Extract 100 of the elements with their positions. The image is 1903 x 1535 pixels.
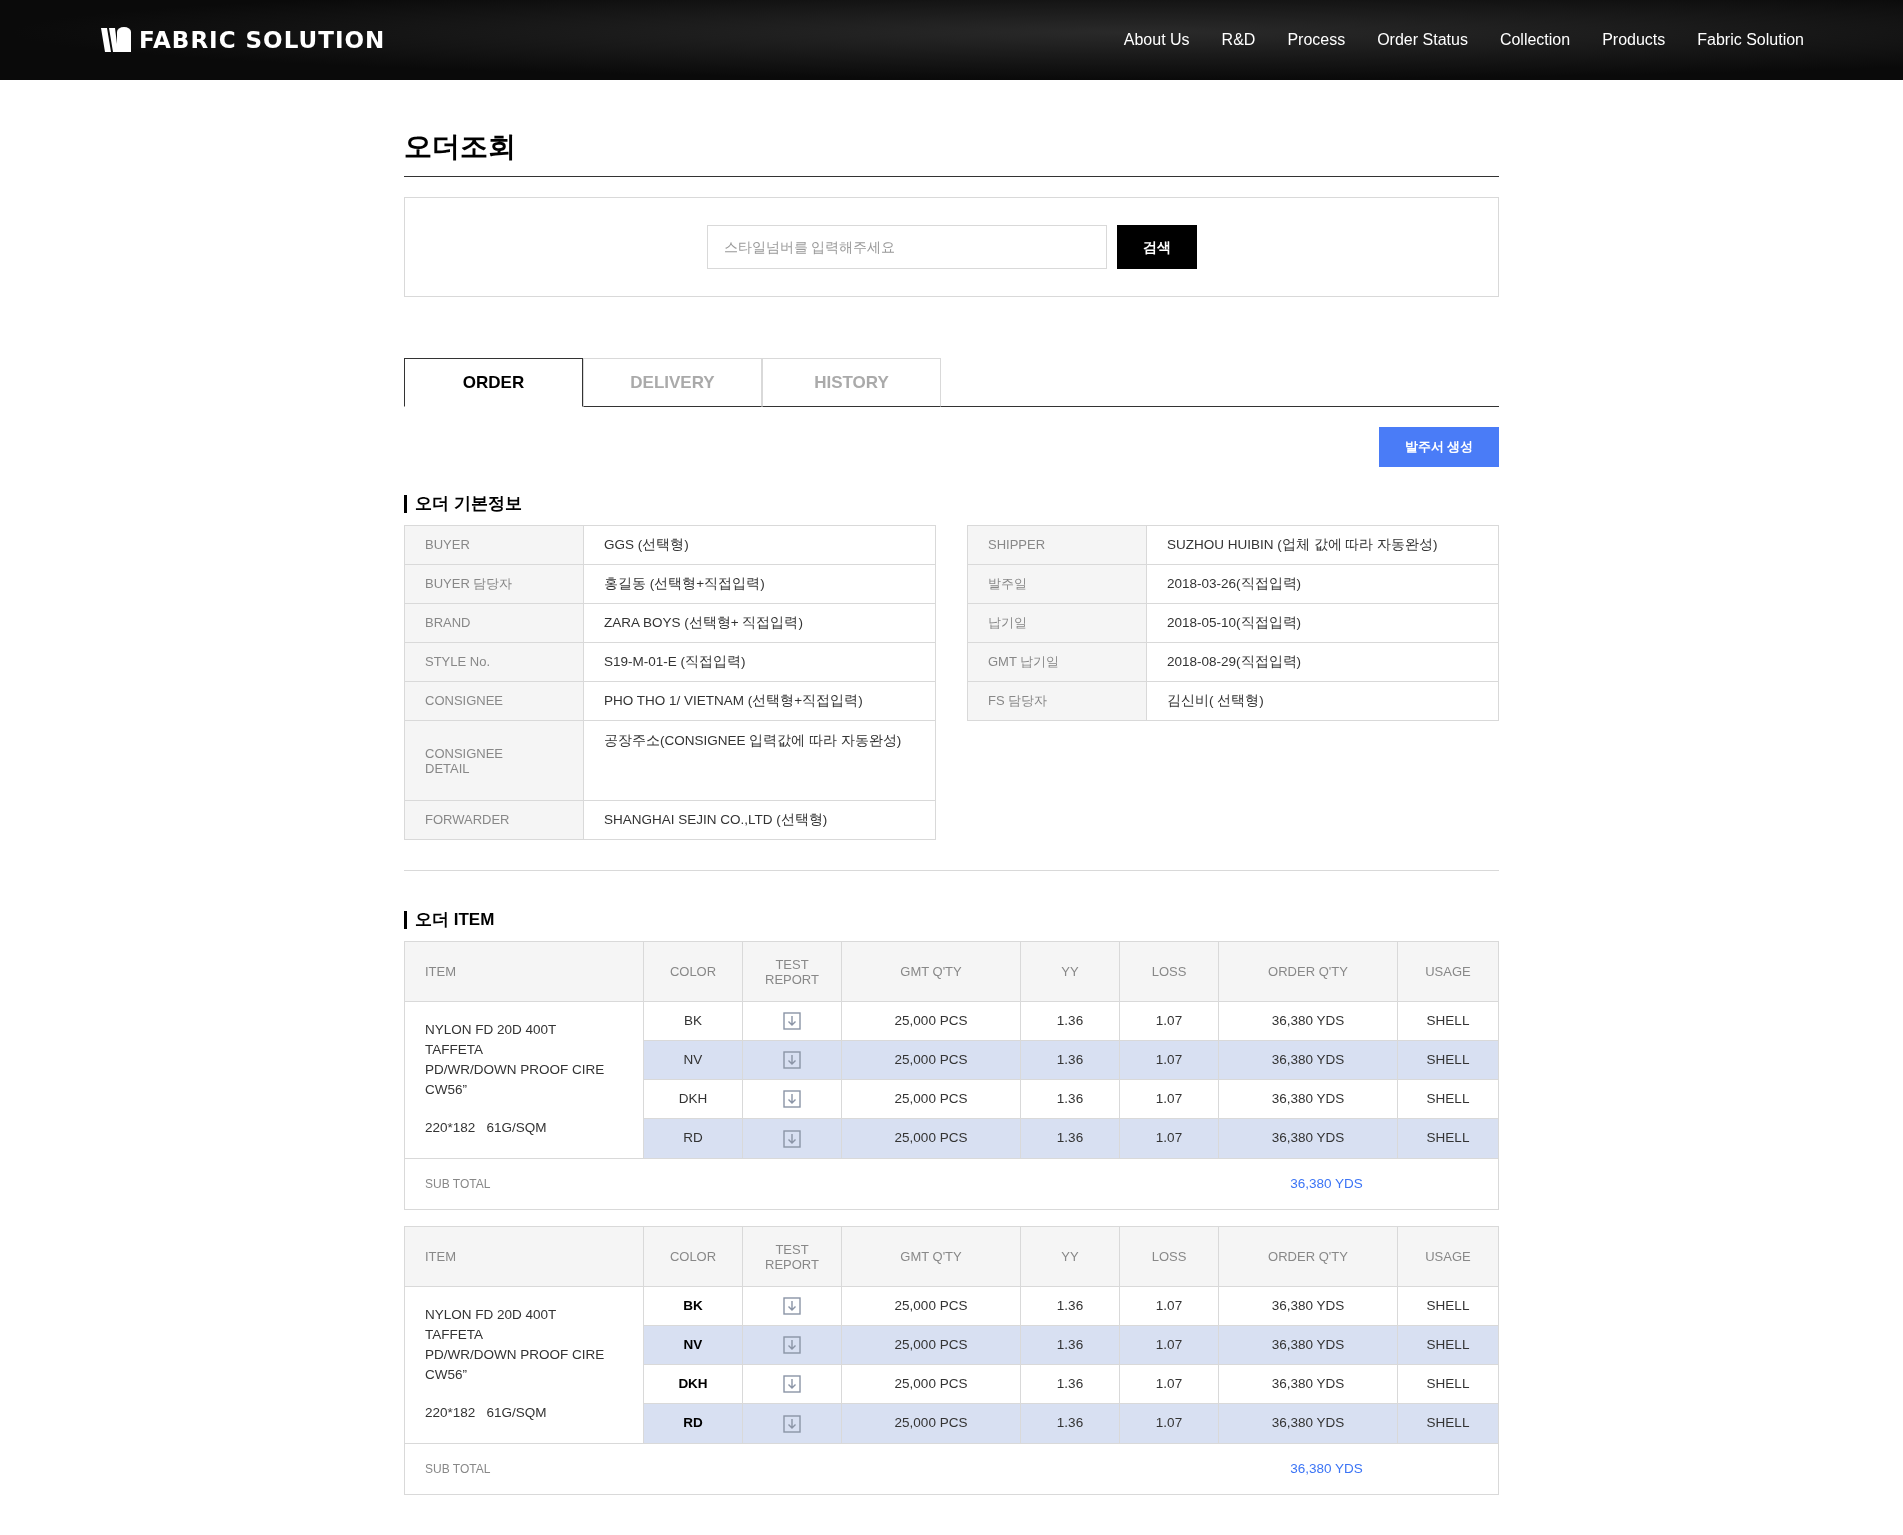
column-header: YY <box>1061 962 1079 981</box>
info-value: S19-M-01-E (직접입력) <box>604 652 746 671</box>
search-field[interactable]: 스타일넘버를 입력해주세요 <box>706 225 1107 269</box>
info-value: 2018-05-10(직접입력) <box>1167 613 1302 632</box>
table-cell-text: 1.07 <box>1155 1129 1183 1148</box>
create-order-button[interactable]: 발주서 생성 <box>1379 427 1499 467</box>
table-cell-text: SHELL <box>1426 1414 1470 1433</box>
column-header: ORDER Q'TY <box>1268 1247 1348 1266</box>
info-value: PHO THO 1/ VIETNAM (선택형+직접입력) <box>604 691 863 710</box>
table-cell-text: 25,000 PCS <box>894 1335 968 1354</box>
info-label: 납기일 <box>988 614 1027 633</box>
table-cell-text: 36,380 YDS <box>1271 1374 1345 1393</box>
nav-link[interactable]: Order Status <box>1377 28 1468 52</box>
download-icon[interactable] <box>783 1297 801 1315</box>
color-cell-text: BK <box>683 1296 703 1315</box>
table-cell-text: 25,000 PCS <box>894 1050 968 1069</box>
color-cell-text: RD <box>683 1129 703 1148</box>
download-icon[interactable] <box>783 1090 801 1108</box>
table-cell-text: 1.07 <box>1155 1374 1183 1393</box>
logo-text[interactable]: FABRIC SOLUTION <box>139 22 386 58</box>
column-header: LOSS <box>1151 1247 1187 1266</box>
table-cell-text: 1.36 <box>1056 1335 1084 1354</box>
section-title: 오더 ITEM <box>404 911 1499 929</box>
table-cell-text: 1.07 <box>1155 1335 1183 1354</box>
item-description: NYLON FD 20D 400T TAFFETA PD/WR/DOWN PROOF CIRE CW56” <box>425 1021 606 1099</box>
column-header: COLOR <box>669 962 717 981</box>
column-header: GMT Q'TY <box>900 962 962 981</box>
info-label: GMT 납기일 <box>988 653 1060 672</box>
info-value: 김신비( 선택형) <box>1167 691 1264 710</box>
column-header: TEST REPORT <box>764 1241 820 1272</box>
info-label: BUYER <box>425 536 470 555</box>
table-cell-text: 25,000 PCS <box>894 1414 968 1433</box>
table-cell-text: SHELL <box>1426 1050 1470 1069</box>
table-cell-text: 1.07 <box>1155 1089 1183 1108</box>
table-cell-text: 1.36 <box>1056 1129 1084 1148</box>
info-value: ZARA BOYS (선택형+ 직접입력) <box>604 613 803 632</box>
color-cell-text: NV <box>683 1335 703 1354</box>
info-label: CONSIGNEE DETAIL <box>425 745 504 776</box>
table-cell-text: 1.36 <box>1056 1089 1084 1108</box>
info-value: GGS (선택형) <box>604 535 689 554</box>
item-description: NYLON FD 20D 400T TAFFETA PD/WR/DOWN PROOF CIRE CW56” <box>425 1306 606 1384</box>
table-cell-text: 1.36 <box>1056 1374 1084 1393</box>
download-icon[interactable] <box>783 1414 801 1433</box>
table-cell-text: 36,380 YDS <box>1271 1011 1345 1030</box>
info-label: STYLE No. <box>425 653 491 672</box>
table-cell-text: 25,000 PCS <box>894 1011 968 1030</box>
table-cell-text: 25,000 PCS <box>894 1374 968 1393</box>
table-cell-text: SHELL <box>1426 1335 1470 1354</box>
table-cell-text: 1.36 <box>1056 1296 1084 1315</box>
table-cell-text: 36,380 YDS <box>1271 1050 1345 1069</box>
info-label: FS 담당자 <box>988 692 1048 711</box>
column-header: YY <box>1061 1247 1079 1266</box>
table-cell-text: SHELL <box>1426 1011 1470 1030</box>
table-cell-text: 36,380 YDS <box>1271 1089 1345 1108</box>
table-cell-text: SHELL <box>1426 1089 1470 1108</box>
table-cell-text: 1.07 <box>1155 1296 1183 1315</box>
info-value: 공장주소(CONSIGNEE 입력값에 따라 자동완성) <box>604 732 902 750</box>
nav-link[interactable]: Products <box>1602 28 1666 52</box>
info-value: SUZHOU HUIBIN (업체 값에 따라 자동완성) <box>1167 535 1438 554</box>
column-header: TEST REPORT <box>764 956 820 987</box>
nav-link[interactable]: Process <box>1287 28 1346 52</box>
nav-link[interactable]: Collection <box>1499 28 1571 52</box>
color-cell-text: NV <box>683 1050 703 1069</box>
table-cell-text: 36,380 YDS <box>1271 1335 1345 1354</box>
color-cell-text: DKH <box>678 1374 708 1393</box>
column-header: LOSS <box>1151 962 1187 981</box>
info-label: 발주일 <box>988 575 1027 594</box>
download-icon[interactable] <box>783 1129 801 1148</box>
info-value: SHANGHAI SEJIN CO.,LTD (선택형) <box>604 810 828 829</box>
table-cell-text: 1.36 <box>1056 1050 1084 1069</box>
table-cell-text: 1.07 <box>1155 1414 1183 1433</box>
info-label: BRAND <box>425 614 471 633</box>
table-cell-text: SHELL <box>1426 1296 1470 1315</box>
nav-link[interactable]: About Us <box>1123 28 1190 52</box>
table-cell-text: SHELL <box>1426 1129 1470 1148</box>
item-spec: 220*182 61G/SQM <box>425 1404 548 1422</box>
download-icon[interactable] <box>783 1051 801 1069</box>
column-header: USAGE <box>1425 962 1471 981</box>
nav-link[interactable]: Fabric Solution <box>1697 28 1804 52</box>
table-cell-text: 1.07 <box>1155 1050 1183 1069</box>
column-header: ITEM <box>425 1247 457 1266</box>
section-title: 오더 기본정보 <box>404 495 1499 513</box>
table-cell-text: 1.36 <box>1056 1414 1084 1433</box>
table-cell-text: 1.36 <box>1056 1011 1084 1030</box>
info-value: 2018-03-26(직접입력) <box>1167 574 1302 593</box>
color-cell-text: BK <box>684 1011 702 1030</box>
download-icon[interactable] <box>783 1375 801 1393</box>
table-cell-text: 25,000 PCS <box>894 1296 968 1315</box>
info-value: 2018-08-29(직접입력) <box>1167 652 1302 671</box>
search-button[interactable]: 검색 <box>1116 225 1197 269</box>
info-label: FORWARDER <box>425 811 510 830</box>
info-label: CONSIGNEE <box>425 692 503 711</box>
nav-link[interactable]: R&D <box>1221 28 1256 52</box>
tab[interactable]: ORDER <box>404 358 583 407</box>
download-icon[interactable] <box>783 1012 801 1030</box>
color-cell-text: RD <box>683 1414 703 1433</box>
table-cell-text: 25,000 PCS <box>894 1089 968 1108</box>
download-icon[interactable] <box>783 1336 801 1354</box>
column-header: USAGE <box>1425 1247 1471 1266</box>
table-cell-text: 25,000 PCS <box>894 1129 968 1148</box>
